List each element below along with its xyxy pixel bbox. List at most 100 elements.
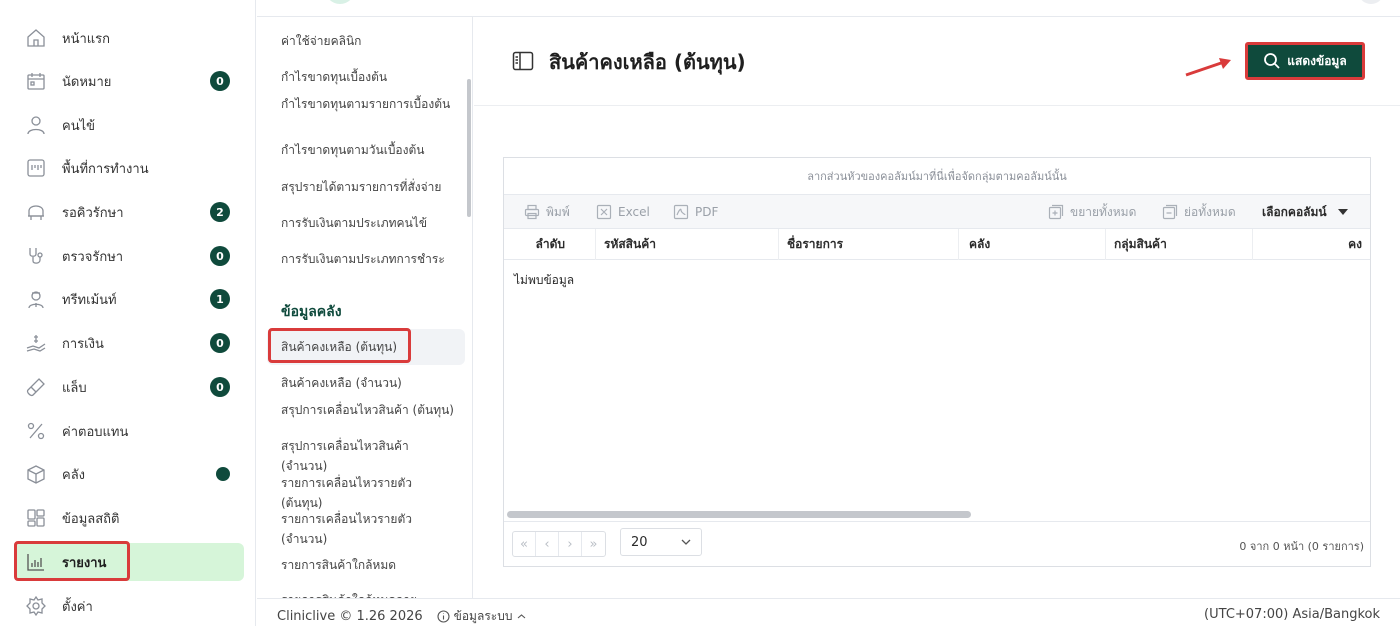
count-badge: 1 (210, 289, 230, 309)
sidebar-item-statistics[interactable]: ข้อมูลสถิติ (14, 499, 244, 537)
sidebar-item-patients[interactable]: คนไข้ (14, 106, 244, 144)
pdf-button[interactable]: PDF (673, 195, 718, 229)
pdf-icon (673, 204, 689, 220)
sidebar-item-appointments[interactable]: นัดหมาย 0 (14, 62, 244, 100)
chevron-down-icon (681, 539, 691, 545)
sidebar-item-workspace[interactable]: พื้นที่การทำงาน (14, 149, 244, 187)
arrow-pointer-icon (1183, 56, 1235, 82)
submenu-item-near-expiry[interactable]: รายการสินค้าใกล้หมดอายุ (281, 590, 456, 598)
app-version: Cliniclive © 1.26 2026 (277, 609, 423, 624)
dashboard-icon (22, 504, 50, 532)
user-avatar-edge[interactable] (1358, 0, 1384, 4)
page-header: สินค้าคงเหลือ (ต้นทุน) แสดงข้อมูล (474, 18, 1400, 106)
column-header-warehouse[interactable]: คลัง (959, 229, 1106, 260)
submenu-item-profit-loss-by-item[interactable]: กำไรขาดทุนตามรายการเบื้องต้น (281, 94, 456, 114)
submenu-item-payment-by-method[interactable]: การรับเงินตามประเภทการชำระ (281, 249, 456, 269)
collapse-icon (1162, 204, 1178, 220)
group-panel[interactable]: ลากส่วนหัวของคอลัมน์มาที่นี่เพื่อจัดกลุ่… (504, 158, 1370, 195)
submenu-item-payment-by-patient-type[interactable]: การรับเงินตามประเภทคนไข้ (281, 213, 456, 233)
submenu-item-movement-item-cost[interactable]: รายการเคลื่อนไหวรายตัว (ต้นทุน) (281, 473, 456, 513)
data-grid: ลากส่วนหัวของคอลัมน์มาที่นี่เพื่อจัดกลุ่… (503, 157, 1371, 567)
column-header-remaining[interactable]: คง (1253, 229, 1370, 260)
next-page-button[interactable]: › (559, 532, 582, 556)
footer: Cliniclive © 1.26 2026 ข้อมูลระบบ (UTC+0… (257, 598, 1400, 626)
submenu-item-movement-item-qty[interactable]: รายการเคลื่อนไหวรายตัว (จำนวน) (281, 509, 456, 549)
column-header-product-group[interactable]: กลุ่มสินค้า (1106, 229, 1253, 260)
search-icon (1264, 53, 1280, 69)
sidebar-item-label: ทรีทเม้นท์ (62, 292, 117, 308)
sidebar-item-label: ค่าตอบแทน (62, 424, 129, 440)
last-page-button[interactable]: » (582, 532, 605, 556)
submenu-item-stock-cost[interactable]: สินค้าคงเหลือ (ต้นทุน) (281, 337, 456, 357)
chevron-up-icon (518, 614, 526, 619)
prev-page-button[interactable]: ‹ (536, 532, 559, 556)
sidebar-item-label: นัดหมาย (62, 74, 112, 90)
count-badge: 0 (210, 377, 230, 397)
column-header-product-code[interactable]: รหัสสินค้า (596, 229, 779, 260)
print-button[interactable]: พิมพ์ (524, 195, 570, 229)
gear-icon (22, 592, 50, 620)
sidebar-item-lab[interactable]: แล็บ 0 (14, 368, 244, 406)
user-icon (22, 111, 50, 139)
grid-horizontal-scrollbar[interactable] (507, 511, 971, 518)
sidebar-item-label: รอคิวรักษา (62, 205, 124, 221)
sidebar-item-reports[interactable]: รายงาน (14, 543, 244, 581)
submenu-scrollbar[interactable] (467, 79, 471, 217)
sidebar-item-settings[interactable]: ตั้งค่า (14, 587, 244, 625)
box-icon (22, 460, 50, 488)
book-icon (512, 51, 534, 71)
page-title: สินค้าคงเหลือ (ต้นทุน) (549, 50, 746, 74)
submenu-item-stock-quantity[interactable]: สินค้าคงเหลือ (จำนวน) (281, 373, 456, 393)
doctor-icon (22, 285, 50, 313)
grid-toolbar: พิมพ์ Excel PDF ขยายทั้งหมด ย่อทั้งหมด เ… (504, 195, 1370, 229)
percent-icon (22, 417, 50, 445)
sidebar-item-home[interactable]: หน้าแรก (14, 19, 244, 57)
sidebar-item-label: รายงาน (62, 555, 107, 571)
show-data-button[interactable]: แสดงข้อมูล (1245, 42, 1365, 80)
expand-all-button[interactable]: ขยายทั้งหมด (1048, 195, 1136, 229)
expand-all-label: ขยายทั้งหมด (1070, 204, 1137, 219)
system-info-button[interactable]: ข้อมูลระบบ (437, 607, 527, 626)
submenu-item-profit-loss-by-day[interactable]: กำไรขาดทุนตามวันเบื้องต้น (281, 140, 456, 160)
print-label: พิมพ์ (546, 204, 570, 219)
grid-header-row: ลำดับ รหัสสินค้า ชื่อรายการ คลัง กลุ่มสิ… (504, 229, 1370, 260)
submenu-item-low-stock[interactable]: รายการสินค้าใกล้หมด (281, 555, 456, 575)
submenu-item-clinic-expenses[interactable]: ค่าใช้จ่ายคลินิก (281, 31, 456, 51)
collapse-all-label: ย่อทั้งหมด (1184, 204, 1236, 219)
count-badge: 2 (210, 202, 230, 222)
column-header-index[interactable]: ลำดับ (504, 229, 596, 260)
sidebar-item-label: ตั้งค่า (62, 599, 93, 615)
footer-left: Cliniclive © 1.26 2026 ข้อมูลระบบ (277, 607, 526, 626)
pdf-label: PDF (695, 205, 719, 219)
expand-icon (1048, 204, 1064, 220)
submenu-item-movement-summary-cost[interactable]: สรุปการเคลื่อนไหวสินค้า (ต้นทุน) (281, 400, 456, 420)
excel-label: Excel (618, 205, 650, 219)
page-size-select[interactable]: 20 (620, 528, 702, 556)
sidebar-item-label: การเงิน (62, 336, 104, 352)
count-badge: 0 (210, 246, 230, 266)
top-bar (257, 0, 1400, 17)
money-hand-icon (22, 329, 50, 357)
submenu-item-profit-loss[interactable]: กำไรขาดทุนเบื้องต้น (281, 67, 456, 87)
sidebar-item-treatment[interactable]: ทรีทเม้นท์ 1 (14, 280, 244, 318)
pager-buttons: « ‹ › » (512, 531, 606, 557)
submenu-item-movement-summary-qty[interactable]: สรุปการเคลื่อนไหวสินค้า (จำนวน) (281, 436, 456, 476)
submenu-item-income-summary[interactable]: สรุปรายได้ตามรายการที่สั่งจ่าย (281, 177, 456, 197)
excel-icon (596, 204, 612, 220)
pager-info: 0 จาก 0 หน้า (0 รายการ) (1239, 540, 1364, 553)
first-page-button[interactable]: « (513, 532, 536, 556)
column-header-product-name[interactable]: ชื่อรายการ (779, 229, 959, 260)
count-badge: 0 (210, 71, 230, 91)
sidebar-item-inventory[interactable]: คลัง (14, 455, 244, 493)
printer-icon (524, 204, 540, 220)
sidebar-item-examination[interactable]: ตรวจรักษา 0 (14, 237, 244, 275)
sidebar-item-queue[interactable]: รอคิวรักษา 2 (14, 193, 244, 231)
home-icon (22, 24, 50, 52)
collapse-all-button[interactable]: ย่อทั้งหมด (1162, 195, 1236, 229)
calendar-icon (22, 67, 50, 95)
caret-down-icon (1337, 209, 1348, 215)
excel-button[interactable]: Excel (596, 195, 650, 229)
sidebar-item-finance[interactable]: การเงิน 0 (14, 324, 244, 362)
choose-columns-button[interactable]: เลือกคอลัมน์ (1262, 195, 1349, 229)
sidebar-item-commission[interactable]: ค่าตอบแทน (14, 412, 244, 450)
